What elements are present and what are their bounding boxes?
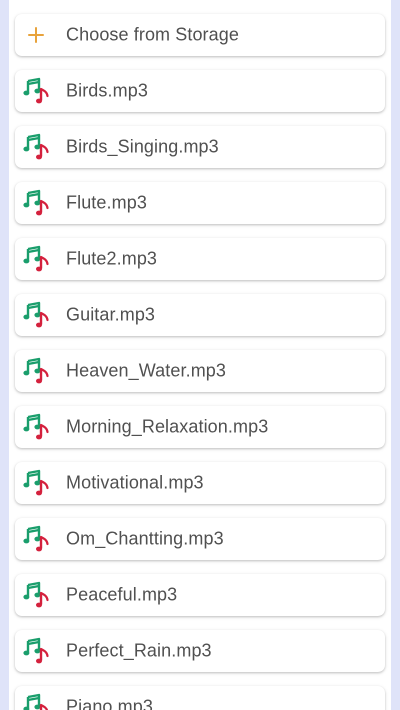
sound-file-name: Piano.mp3: [66, 696, 153, 710]
sound-list-item[interactable]: Guitar.mp3: [15, 294, 385, 336]
music-note-icon: [23, 413, 49, 440]
sound-list-item[interactable]: Birds.mp3: [15, 70, 385, 112]
choose-from-storage-button[interactable]: Choose from Storage: [15, 14, 385, 56]
sound-file-name: Om_Chantting.mp3: [66, 528, 224, 549]
music-note-icon: [23, 245, 49, 272]
sound-picker-panel: Choose from Storage Birds.mp3 Birds_Sing…: [9, 0, 391, 710]
sound-file-name: Guitar.mp3: [66, 304, 156, 325]
sound-list: Choose from Storage Birds.mp3 Birds_Sing…: [15, 14, 385, 710]
sound-file-name: Birds.mp3: [66, 80, 148, 101]
sound-list-item[interactable]: Birds_Singing.mp3: [15, 126, 385, 168]
sound-list-item[interactable]: Peaceful.mp3: [15, 574, 385, 616]
sound-file-name: Perfect_Rain.mp3: [66, 640, 212, 661]
music-note-icon: [23, 357, 49, 384]
sound-file-name: Peaceful.mp3: [66, 584, 178, 605]
sound-list-item[interactable]: Flute.mp3: [15, 182, 385, 224]
sound-file-name: Flute.mp3: [66, 192, 147, 213]
sound-list-item[interactable]: Heaven_Water.mp3: [15, 350, 385, 392]
choose-from-storage-label: Choose from Storage: [66, 24, 239, 45]
sound-file-name: Morning_Relaxation.mp3: [66, 416, 269, 437]
music-note-icon: [23, 581, 49, 608]
sound-file-name: Heaven_Water.mp3: [66, 360, 227, 381]
sound-file-name: Flute2.mp3: [66, 248, 158, 269]
music-note-icon: [23, 133, 49, 160]
sound-file-name: Birds_Singing.mp3: [66, 136, 219, 157]
sound-list-item[interactable]: Perfect_Rain.mp3: [15, 630, 385, 672]
sound-file-name: Motivational.mp3: [66, 472, 204, 493]
sound-list-item[interactable]: Om_Chantting.mp3: [15, 518, 385, 560]
sound-list-item[interactable]: Flute2.mp3: [15, 238, 385, 280]
music-note-icon: [23, 469, 49, 496]
music-note-icon: [23, 301, 49, 328]
music-note-icon: [23, 525, 49, 552]
music-note-icon: [23, 189, 49, 216]
sound-list-item[interactable]: Piano.mp3: [15, 686, 385, 710]
sound-list-item[interactable]: Morning_Relaxation.mp3: [15, 406, 385, 448]
music-note-icon: [23, 637, 49, 664]
plus-icon: [27, 26, 45, 44]
sound-list-item[interactable]: Motivational.mp3: [15, 462, 385, 504]
music-note-icon: [23, 693, 49, 710]
music-note-icon: [23, 77, 49, 104]
